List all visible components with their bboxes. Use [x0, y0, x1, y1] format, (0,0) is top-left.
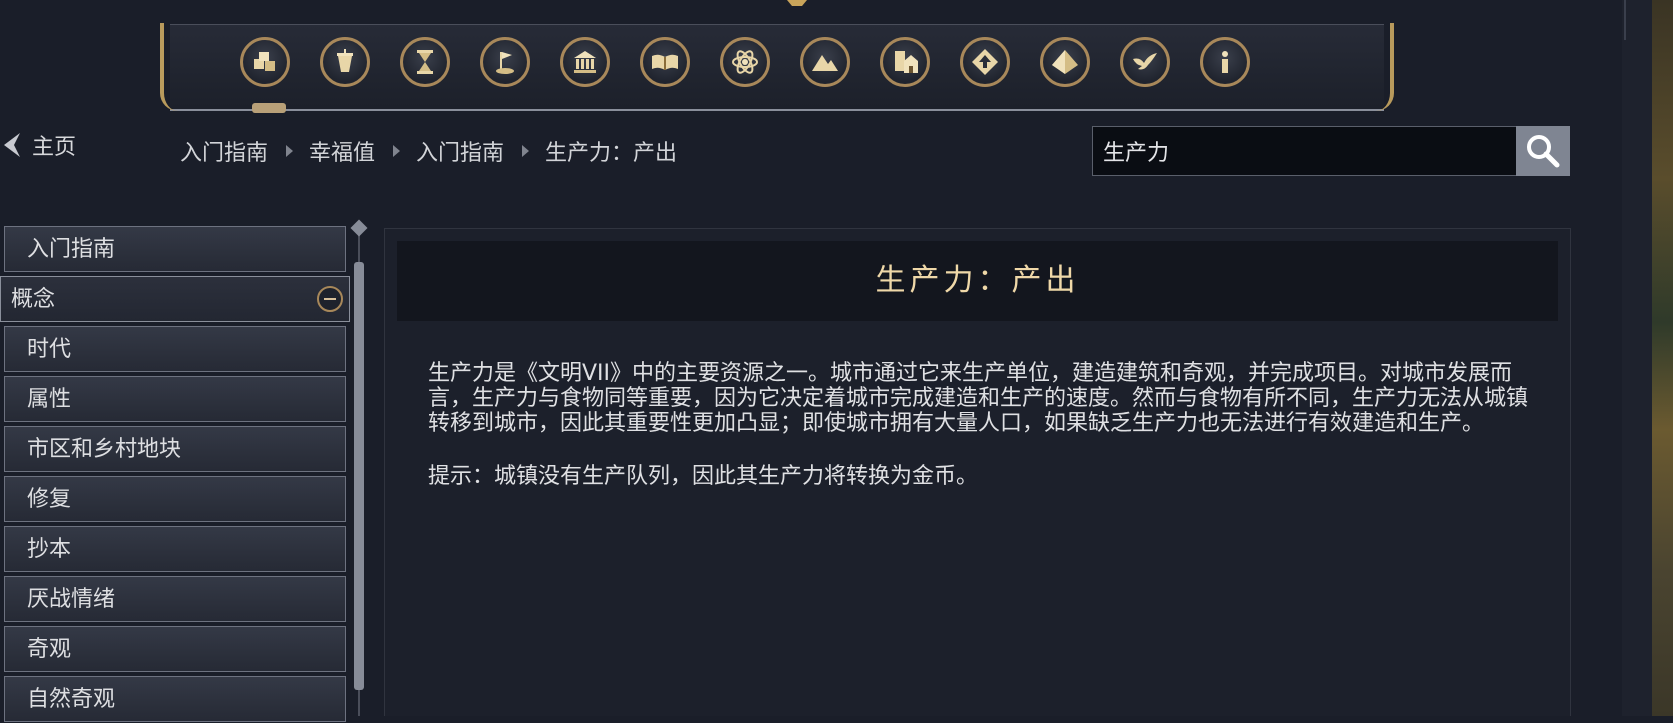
breadcrumb-item[interactable]: 幸福值 [309, 135, 375, 167]
search-box [1092, 126, 1570, 176]
home-label: 主页 [32, 135, 77, 160]
search-icon [1527, 135, 1560, 168]
civilopedia-icon[interactable] [640, 37, 690, 87]
article-body: 生产力是《文明VII》中的主要资源之一。城市通过它来生产单位，建造建筑和奇观，并… [428, 361, 1528, 517]
article-paragraph: 提示：城镇没有生产队列，因此其生产力将转换为金币。 [428, 464, 979, 489]
search-button[interactable] [1516, 126, 1570, 176]
breadcrumb-item[interactable]: 入门指南 [416, 135, 504, 167]
sidebar-section-label: 概念 [11, 287, 56, 312]
sidebar-item[interactable]: 奇观 [4, 626, 346, 672]
toolbar-left-cap [160, 23, 186, 111]
terrain-icon[interactable] [800, 37, 850, 87]
article-title: 生产力：产出 [397, 241, 1558, 321]
breadcrumb-current: 生产力：产出 [545, 141, 678, 166]
wonders-icon[interactable] [1040, 37, 1090, 87]
sidebar-item[interactable]: 修复 [4, 476, 346, 522]
science-icon[interactable] [720, 37, 770, 87]
scrollbar-thumb[interactable] [354, 262, 364, 690]
breadcrumb: 入门指南 幸福值 入门指南 生产力：产出 [180, 135, 677, 167]
toolbar-right-cap [1368, 23, 1394, 111]
sidebar-scrollbar[interactable] [350, 219, 368, 716]
happiness-icon[interactable] [320, 37, 370, 87]
toolbar-selected-indicator [252, 103, 286, 113]
search-input[interactable] [1093, 127, 1513, 175]
breadcrumb-item[interactable]: 入门指南 [180, 135, 268, 167]
breadcrumb-separator-icon [393, 145, 401, 157]
collapse-icon[interactable] [317, 286, 343, 312]
sidebar-item[interactable]: 厌战情绪 [4, 576, 346, 622]
article-paragraph: 生产力是《文明VII》中的主要资源之一。城市通过它来生产单位，建造建筑和奇观，并… [428, 361, 1529, 436]
top-ornament [787, 0, 807, 12]
upgrade-icon[interactable] [960, 37, 1010, 87]
category-toolbar [160, 23, 1394, 111]
diplomacy-icon[interactable] [1120, 37, 1170, 87]
breadcrumb-separator-icon [522, 145, 530, 157]
sidebar-item[interactable]: 属性 [4, 376, 346, 422]
government-icon[interactable] [560, 37, 610, 87]
home-button[interactable]: 主页 [0, 130, 76, 160]
sidebar-item[interactable]: 时代 [4, 326, 346, 372]
victory-icon[interactable] [480, 37, 530, 87]
resources-icon[interactable] [240, 37, 290, 87]
ages-icon[interactable] [400, 37, 450, 87]
sidebar-section-concepts[interactable]: 概念 [0, 276, 350, 322]
sidebar-item[interactable]: 入门指南 [4, 226, 346, 272]
sidebar-item[interactable]: 市区和乡村地块 [4, 426, 346, 472]
breadcrumb-separator-icon [286, 145, 294, 157]
districts-icon[interactable] [880, 37, 930, 87]
info-icon[interactable] [1200, 37, 1250, 87]
sidebar-item[interactable]: 抄本 [4, 526, 346, 572]
back-chevron-icon [4, 133, 20, 157]
article-panel: 生产力：产出 生产力是《文明VII》中的主要资源之一。城市通过它来生产单位，建造… [384, 228, 1571, 716]
sidebar-item[interactable]: 自然奇观 [4, 676, 346, 722]
background-map-edge [1622, 0, 1673, 716]
